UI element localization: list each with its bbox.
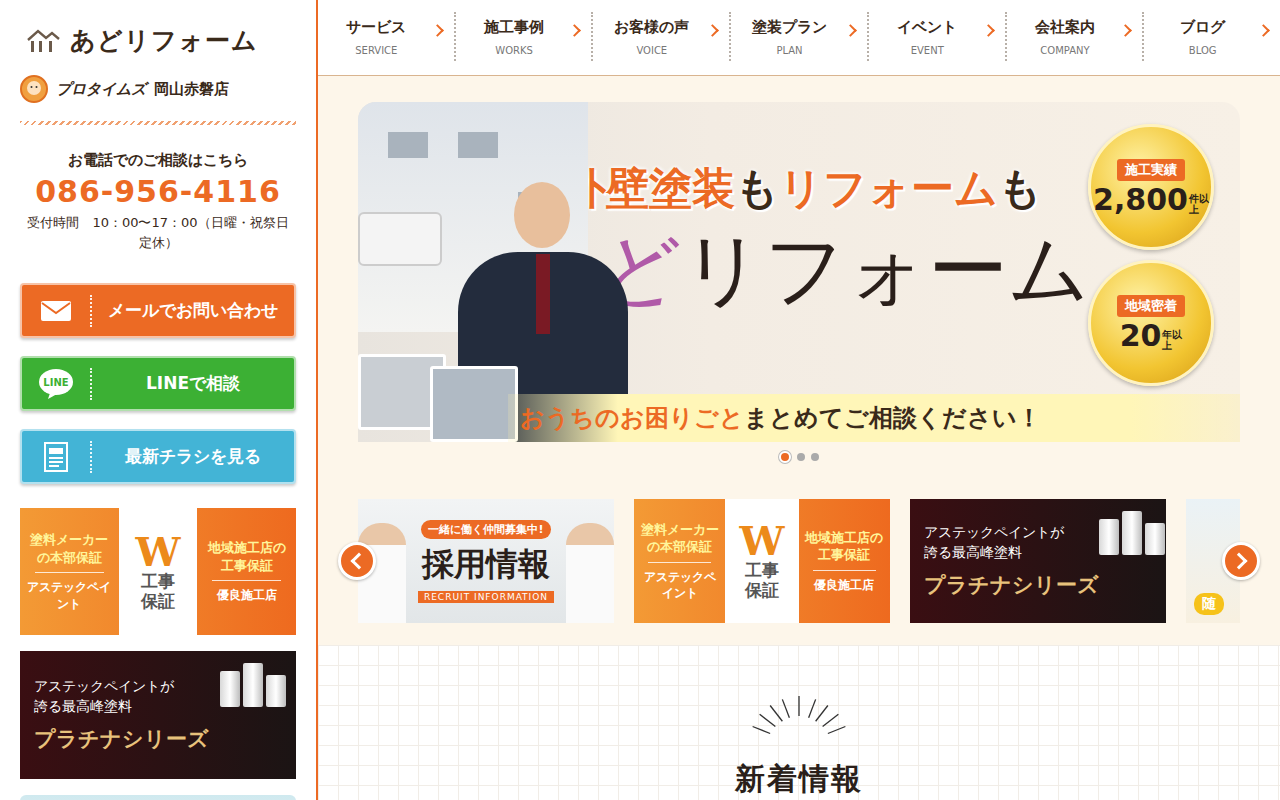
svg-text:LINE: LINE (43, 377, 68, 388)
nav-item[interactable]: 塗装プランPLAN (731, 12, 869, 61)
side-banner-list: 塗料メーカーの本部保証アステックペイントW工事保証地域施工店の工事保証優良施工店… (20, 508, 296, 800)
chevron-icon (982, 24, 995, 37)
banner-carousel: 一緒に働く仲間募集中!採用情報RECRUIT INFORMATION塗料メーカー… (358, 499, 1240, 623)
achievement-badge: 地域密着20年以上 (1088, 260, 1214, 386)
action-label: LINEで相談 (92, 372, 294, 395)
nav-item[interactable]: サービスSERVICE (318, 12, 456, 61)
chevron-icon (844, 24, 857, 37)
action-button[interactable]: LINE LINEで相談 (20, 356, 296, 411)
chevron-icon (569, 24, 582, 37)
prev-arrow-icon[interactable] (338, 542, 376, 580)
slider-dots (358, 451, 1240, 463)
chevron-icon (431, 24, 444, 37)
thumb-photo (430, 366, 518, 442)
hero-area: 外壁塗装もリフォームもあどリフォーム施工実績2,800件以上地域密着20年以上お… (318, 76, 1280, 645)
store-brand: プロタイムズ (56, 80, 146, 99)
business-hours: 受付時間 10：00〜17：00（日曜・祝祭日定休） (20, 213, 296, 253)
contact-lead: お電話でのご相談はこちら (20, 151, 296, 170)
action-label: 最新チラシを見る (92, 445, 294, 468)
action-button[interactable]: 最新チラシを見る (20, 429, 296, 484)
action-list: メールでお問い合わせ LINE LINEで相談最新チラシを見る (20, 283, 296, 484)
dashed-divider (20, 121, 296, 125)
recruit-card[interactable]: 一緒に働く仲間募集中!採用情報RECRUIT INFORMATION (358, 499, 614, 623)
sidebar: あどリフォームプロタイムズ岡山赤磐店お電話でのご相談はこちら 086-956-41… (0, 0, 318, 800)
slider-dot[interactable] (811, 453, 819, 461)
logo-name: あどリフォーム (70, 24, 258, 57)
protimes-mascot-icon (20, 75, 48, 103)
store-name: プロタイムズ岡山赤磐店 (20, 75, 296, 103)
news-section: 新着情報 (318, 645, 1280, 800)
hero-tagline: おうちのお困りごとまとめてご相談ください！ (508, 394, 1240, 442)
contact: お電話でのご相談はこちら 086-956-4116 受付時間 10：00〜17：00… (20, 151, 296, 253)
nav-item[interactable]: 会社案内COMPANY (1007, 12, 1145, 61)
nav-item[interactable]: お客様の声VOICE (593, 12, 731, 61)
staff-figure (566, 523, 614, 623)
mail-icon (40, 300, 72, 322)
platinum-card[interactable]: アステックペイントが誇る最高峰塗料プラチナシリーズ (910, 499, 1166, 623)
achievement-badge: 施工実績2,800件以上 (1088, 124, 1214, 250)
sunburst-icon (744, 695, 854, 737)
warranty-card[interactable]: 塗料メーカーの本部保証アステックペイントW工事保証地域施工店の工事保証優良施工店 (634, 499, 890, 623)
main: サービスSERVICE施工事例WORKSお客様の声VOICE塗装プランPLANイ… (318, 0, 1280, 800)
chevron-icon (1119, 24, 1132, 37)
news-title: 新着情報 (735, 759, 863, 800)
page: あどリフォームプロタイムズ岡山赤磐店お電話でのご相談はこちら 086-956-41… (0, 0, 1280, 800)
badge-list: 施工実績2,800件以上地域密着20年以上 (1088, 124, 1214, 386)
slider-dot[interactable] (797, 453, 805, 461)
house-icon (26, 28, 60, 54)
paint-cans-icon (1099, 511, 1165, 555)
warranty-banner[interactable]: 塗料メーカーの本部保証アステックペイントW工事保証地域施工店の工事保証優良施工店 (20, 508, 296, 635)
action-button[interactable]: メールでお問い合わせ (20, 283, 296, 338)
next-arrow-icon[interactable] (1222, 542, 1260, 580)
platinum-banner[interactable]: アステックペイントが誇る最高峰塗料プラチナシリーズ (20, 651, 296, 779)
banner[interactable] (20, 795, 296, 800)
phone-number[interactable]: 086-956-4116 (20, 174, 296, 209)
line-icon: LINE (38, 368, 74, 400)
global-nav: サービスSERVICE施工事例WORKSお客様の声VOICE塗装プランPLANイ… (318, 0, 1280, 76)
flyer-icon (43, 441, 69, 473)
nav-item[interactable]: 施工事例WORKS (456, 12, 594, 61)
chevron-icon (1257, 24, 1270, 37)
nav-item[interactable]: イベントEVENT (869, 12, 1007, 61)
action-label: メールでお問い合わせ (92, 299, 294, 322)
slider-dot[interactable] (779, 451, 791, 463)
logo[interactable]: あどリフォーム (20, 24, 296, 57)
nav-item[interactable]: ブログBLOG (1144, 12, 1280, 61)
paint-cans-icon (220, 663, 286, 707)
chevron-icon (706, 24, 719, 37)
hero-slide[interactable]: 外壁塗装もリフォームもあどリフォーム施工実績2,800件以上地域密着20年以上お… (358, 102, 1240, 442)
store-text: 岡山赤磐店 (154, 80, 229, 99)
